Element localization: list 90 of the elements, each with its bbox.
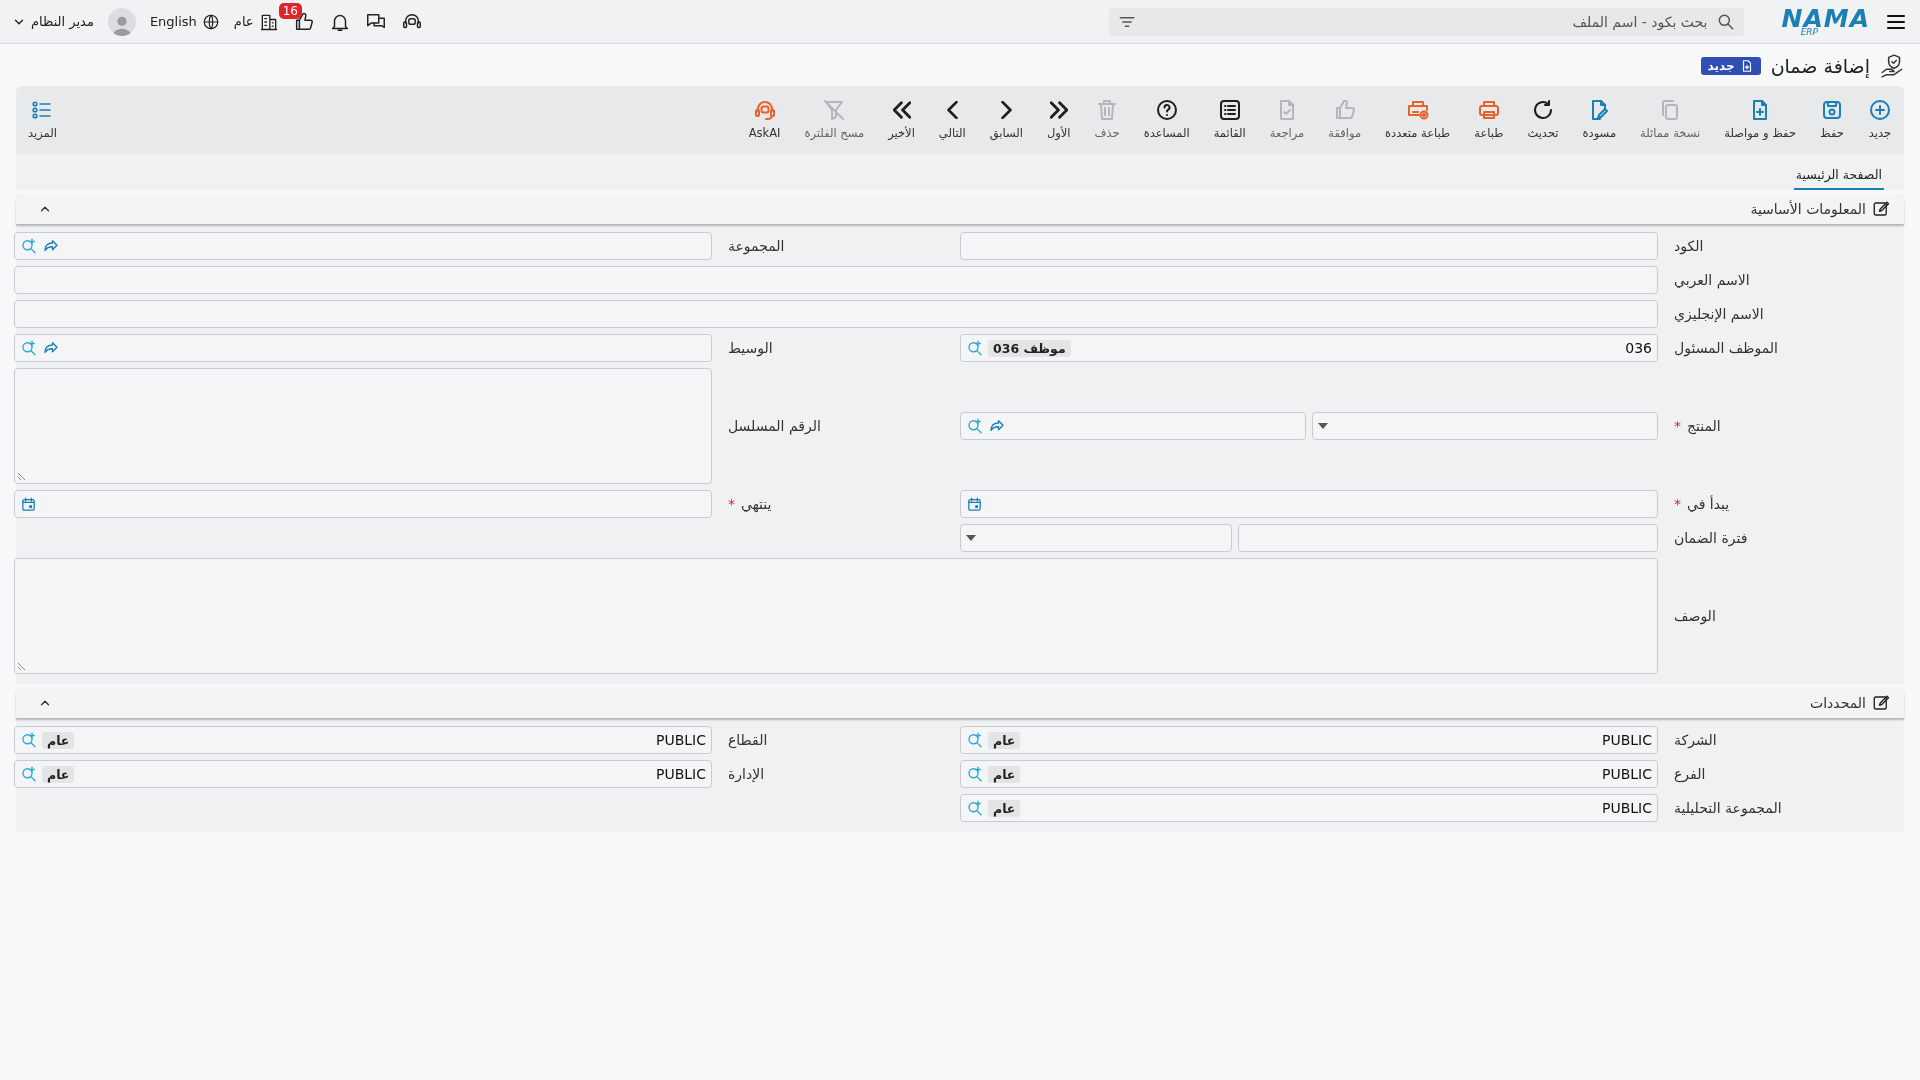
toolbar-button[interactable]: الأخير [876, 94, 927, 140]
toolbar-button[interactable]: الأول [1034, 94, 1083, 140]
notification-count: 16 [278, 2, 302, 19]
field-label: فترة الضمان [1674, 530, 1748, 546]
toolbar-button[interactable]: حفظ [1808, 94, 1856, 140]
value-tag: عام [42, 731, 75, 749]
field-label: الاسم الإنجليزي [1674, 306, 1764, 322]
search-plus-icon [20, 237, 38, 255]
field-label: المجموعة التحليلية [1674, 800, 1782, 816]
lookup-field[interactable] [14, 232, 712, 260]
toolbar-button[interactable]: جديد [1856, 94, 1904, 140]
text-field[interactable] [960, 232, 1658, 260]
more-button[interactable]: المزيد [16, 94, 69, 140]
text-area[interactable] [14, 558, 1658, 674]
resize-handle-icon [18, 472, 26, 480]
toolbar-button[interactable]: القائمة [1201, 94, 1258, 140]
lookup-field[interactable] [960, 412, 1306, 440]
section-title: المعلومات الأساسية [1750, 201, 1866, 217]
dropdown[interactable] [960, 524, 1232, 552]
lookup-field[interactable] [14, 334, 712, 362]
section-title: المحددات [1810, 695, 1866, 711]
search-plus-icon [20, 339, 38, 357]
required-mark: * [728, 496, 735, 512]
value-tag: عام [988, 765, 1021, 783]
user-menu[interactable]: مدير النظام [12, 14, 94, 29]
text-field[interactable] [14, 266, 1658, 294]
edit-icon [1872, 200, 1890, 218]
field-label: يبدأ في [1687, 496, 1730, 512]
field-label: المنتج [1687, 418, 1721, 434]
toolbar-button[interactable]: التالي [926, 94, 978, 140]
calendar-icon [966, 495, 983, 513]
toolbar-button[interactable]: طباعة [1462, 94, 1516, 140]
search-plus-icon [20, 731, 38, 749]
value-tag: عام [988, 799, 1021, 817]
date-field[interactable] [960, 490, 1658, 518]
field-value: PUBLIC [656, 732, 706, 748]
avatar [107, 7, 136, 36]
field-value: 036 [1625, 340, 1652, 356]
search-plus-icon [966, 731, 984, 749]
edit-icon [1872, 694, 1890, 712]
field-label: الرقم المسلسل [728, 418, 821, 434]
field-value: PUBLIC [1602, 732, 1652, 748]
text-area[interactable] [14, 368, 712, 484]
required-mark: * [1674, 496, 1681, 512]
field-label: الوصف [1674, 608, 1716, 624]
language-selector[interactable]: English [149, 12, 220, 31]
text-field[interactable] [14, 300, 1658, 328]
globe-icon [201, 12, 220, 31]
field-value: PUBLIC [1602, 766, 1652, 782]
search-plus-icon [966, 339, 984, 357]
field-label: ينتهي [741, 496, 772, 512]
toolbar-button[interactable]: حفظ و مواصلة [1712, 94, 1808, 140]
field-label: الشركة [1674, 732, 1717, 748]
field-label: الإدارة [728, 766, 765, 782]
text-field[interactable] [1238, 524, 1658, 552]
tab[interactable]: الصفحة الرئيسية [1793, 163, 1884, 190]
status-badge: جديد [1700, 57, 1761, 75]
caret-down-icon [966, 535, 976, 541]
field-value: PUBLIC [656, 766, 706, 782]
toolbar-button[interactable]: السابق [977, 94, 1035, 140]
toolbar-button[interactable]: مسودة [1570, 94, 1629, 140]
search-field[interactable]: بحث بكود - اسم الملف [1108, 7, 1744, 36]
page-title: إضافة ضمان [1770, 55, 1870, 77]
field-label: القطاع [728, 732, 768, 748]
toolbar-button[interactable]: تحديث [1515, 94, 1571, 140]
field-value: PUBLIC [1602, 800, 1652, 816]
toolbar-button[interactable]: طباعة متعددة [1373, 94, 1463, 140]
calendar-icon [20, 495, 37, 513]
dropdown[interactable] [1312, 412, 1658, 440]
resize-handle-icon [18, 662, 26, 670]
search-plus-icon [966, 799, 984, 817]
toolbar-button[interactable]: المساعدة [1131, 94, 1202, 140]
funnel-slash-icon [822, 98, 847, 122]
field-label: الكود [1674, 238, 1704, 254]
search-plus-icon [966, 765, 984, 783]
value-tag: عام [42, 765, 75, 783]
date-field[interactable] [14, 490, 712, 518]
field-label: الاسم العربي [1674, 272, 1750, 288]
required-mark: * [1674, 418, 1681, 434]
company-selector[interactable]: عام [233, 11, 279, 32]
search-plus-icon [966, 417, 984, 435]
value-tag: عام [988, 731, 1021, 749]
search-plus-icon [20, 765, 38, 783]
toolbar-button[interactable]: AskAI [736, 94, 793, 140]
field-label: الموظف المسئول [1674, 340, 1778, 356]
caret-down-icon [1318, 423, 1328, 429]
field-label: المجموعة [728, 238, 785, 254]
field-label: الفرع [1674, 766, 1706, 782]
value-tag: موظف 036 [988, 339, 1071, 357]
field-label: الوسيط [728, 340, 773, 356]
